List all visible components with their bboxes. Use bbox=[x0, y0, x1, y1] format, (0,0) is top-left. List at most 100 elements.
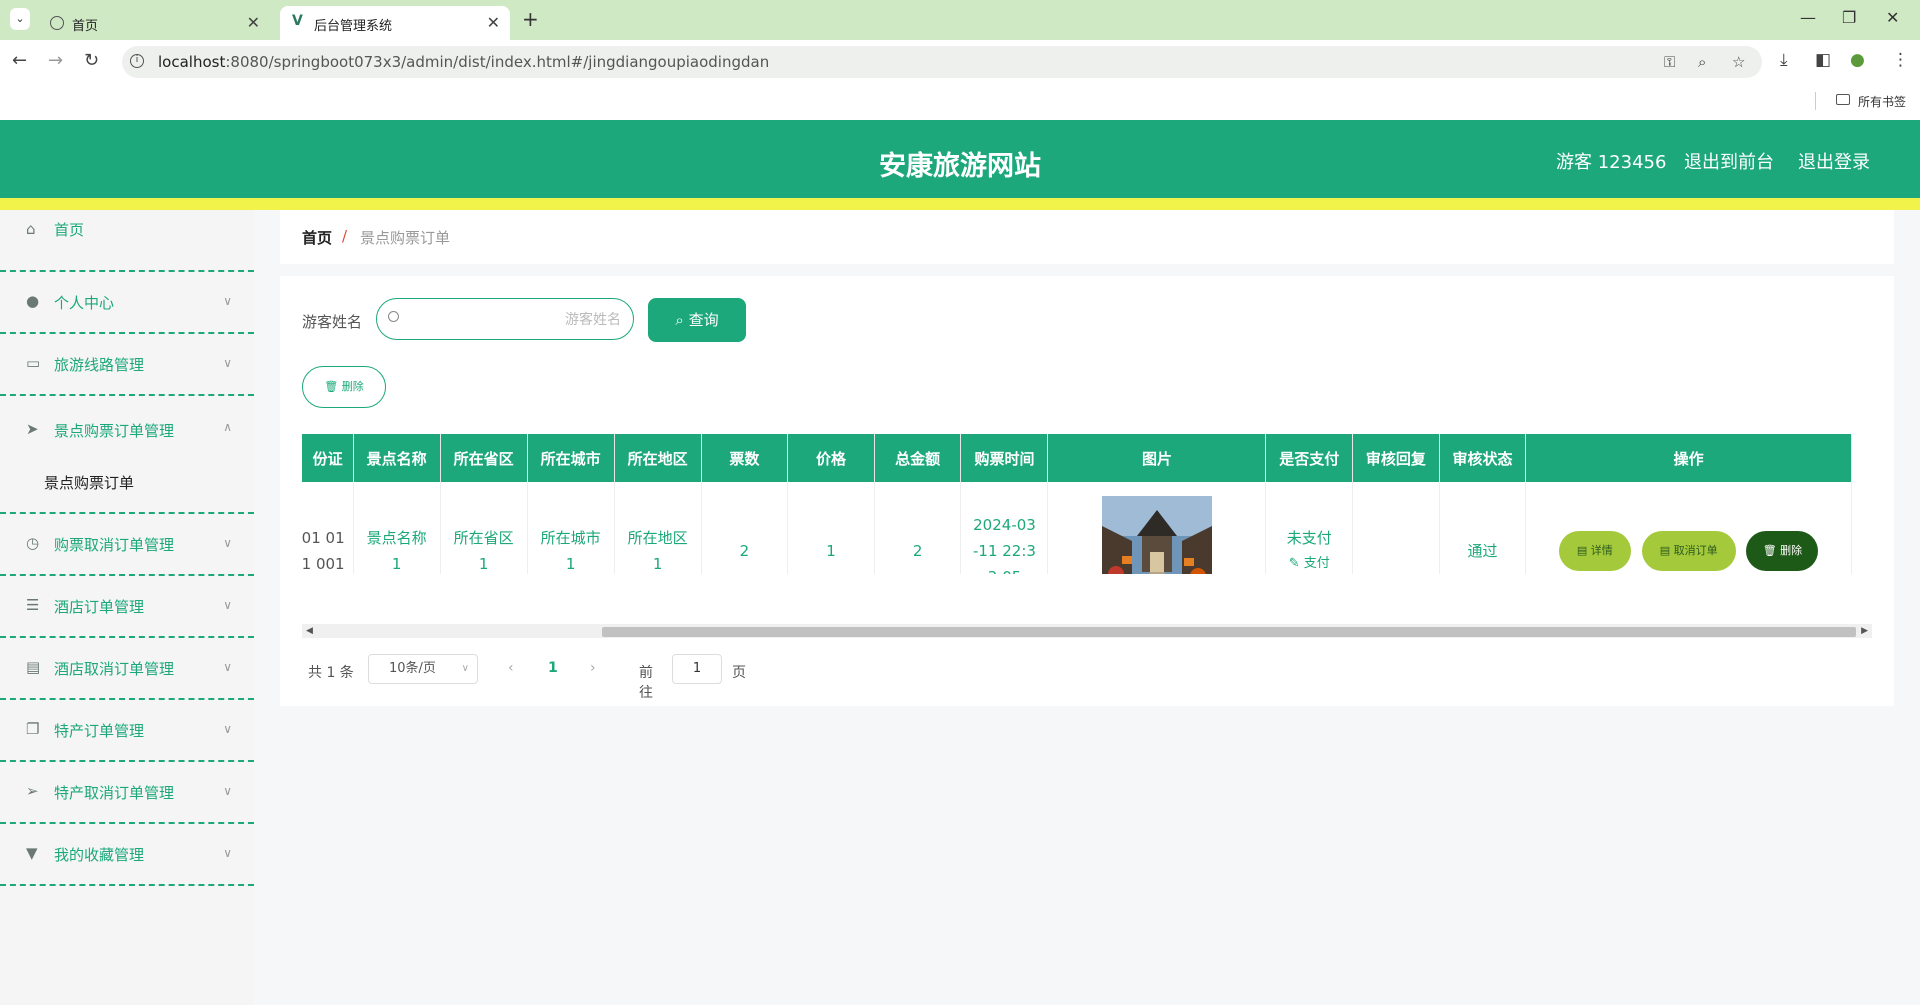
scrollbar-thumb[interactable] bbox=[602, 627, 1856, 637]
tab-home[interactable]: 首页 ✕ bbox=[38, 6, 270, 40]
cell-price: 1 bbox=[787, 482, 875, 574]
sidebar-item-personal[interactable]: ● 个人中心 ∨ bbox=[0, 272, 254, 334]
sidebar-item-label: 旅游线路管理 bbox=[54, 356, 145, 374]
menu-icon[interactable]: ⋮ bbox=[1892, 50, 1909, 70]
sidebar-item-home[interactable]: ⌂ 首页 bbox=[0, 210, 254, 272]
back-icon[interactable]: ← bbox=[12, 50, 27, 71]
zoom-icon[interactable]: ⌕ bbox=[1698, 53, 1706, 71]
scroll-left-icon[interactable]: ◀ bbox=[306, 626, 313, 636]
column-header: 景点名称 bbox=[353, 434, 441, 482]
sidebar-item-ticket-cancel[interactable]: ◷ 购票取消订单管理 ∨ bbox=[0, 514, 254, 576]
goto-page-input[interactable]: 1 bbox=[672, 654, 722, 684]
close-window-icon[interactable]: ✕ bbox=[1886, 8, 1899, 27]
scenic-photo[interactable] bbox=[1101, 496, 1212, 574]
detail-button[interactable]: ▤ 详情 bbox=[1558, 531, 1631, 571]
sidebar-subitem-ticket-order[interactable]: 景点购票订单 bbox=[0, 458, 254, 514]
delete-row-button[interactable]: 🗑 删除 bbox=[1746, 531, 1819, 571]
column-header: 是否支付 bbox=[1265, 434, 1354, 482]
column-header: 审核状态 bbox=[1439, 434, 1527, 482]
tab-admin[interactable]: V 后台管理系统 ✕ bbox=[280, 6, 510, 40]
page-suffix: 页 bbox=[732, 665, 746, 681]
clock-icon: ◷ bbox=[26, 534, 40, 552]
bookmarks-bar: 所有书签 bbox=[0, 84, 1920, 120]
pay-link[interactable]: ✎ 支付 bbox=[1266, 551, 1352, 574]
query-button[interactable]: ⌕ 查询 bbox=[648, 298, 746, 342]
sidebar-item-specialty-orders[interactable]: ❐ 特产订单管理 ∨ bbox=[0, 700, 254, 762]
sidebar-item-routes[interactable]: ▭ 旅游线路管理 ∨ bbox=[0, 334, 254, 396]
back-to-front-link[interactable]: 退出到前台 bbox=[1684, 148, 1774, 174]
breadcrumb-home[interactable]: 首页 bbox=[302, 227, 332, 248]
url-text: localhost:8080/springboot073x3/admin/dis… bbox=[158, 53, 770, 71]
reload-icon[interactable]: ↻ bbox=[84, 50, 99, 71]
address-bar[interactable]: i localhost:8080/springboot073x3/admin/d… bbox=[122, 46, 1762, 78]
batch-delete-button[interactable]: 🗑 删除 bbox=[302, 366, 386, 408]
sidebar-item-label: 购票取消订单管理 bbox=[54, 536, 175, 554]
cell-province: 所在省区1 bbox=[440, 482, 528, 574]
restore-icon[interactable]: ❐ bbox=[1842, 8, 1856, 27]
star-icon[interactable]: ☆ bbox=[1732, 53, 1745, 71]
tab-title: 后台管理系统 bbox=[314, 19, 393, 34]
scroll-right-icon[interactable]: ▶ bbox=[1861, 626, 1868, 636]
delete-row-label: 删除 bbox=[1780, 544, 1803, 557]
search-field[interactable] bbox=[376, 298, 634, 340]
close-icon[interactable]: ✕ bbox=[247, 13, 260, 32]
sidebar-item-label: 景点购票订单 bbox=[44, 474, 135, 492]
browser-toolbar: ← → ↻ i localhost:8080/springboot073x3/a… bbox=[0, 40, 1920, 84]
list-icon: ☰ bbox=[26, 596, 40, 614]
cancel-order-label: 取消订单 bbox=[1673, 544, 1718, 557]
chevron-down-icon: ∨ bbox=[223, 294, 232, 308]
chevron-down-icon: ∨ bbox=[223, 536, 232, 550]
sidebar-item-label: 景点购票订单管理 bbox=[54, 422, 175, 440]
payment-status: 未支付 bbox=[1286, 529, 1332, 547]
download-icon[interactable]: ⤓ bbox=[1780, 50, 1788, 70]
table-horizontal-scrollbar[interactable]: ◀ ▶ bbox=[302, 624, 1872, 638]
header-accent-bar bbox=[0, 198, 1920, 210]
search-input[interactable] bbox=[407, 305, 623, 335]
cell-scenic-name: 景点名称1 bbox=[353, 482, 441, 574]
trash-icon: 🗑 bbox=[324, 380, 342, 393]
sidebar-item-ticket-orders[interactable]: ➤ 景点购票订单管理 ∧ bbox=[0, 396, 254, 458]
new-tab-icon[interactable]: + bbox=[522, 7, 539, 31]
page-number[interactable]: 1 bbox=[548, 660, 558, 676]
main-panel: 游客姓名 ⌕ 查询 🗑 删除 份证 景点名称 所在省区 所在城市 所在地区 票数… bbox=[280, 276, 1894, 706]
close-icon[interactable]: ✕ bbox=[487, 13, 500, 32]
document-icon: ▤ bbox=[1659, 544, 1674, 557]
breadcrumb: 首页 / 景点购票订单 bbox=[280, 210, 1894, 264]
trash-icon: 🗑 bbox=[1762, 544, 1781, 557]
edit-icon: ✎ bbox=[1288, 556, 1304, 571]
profile-icon[interactable]: ● bbox=[1850, 50, 1865, 70]
site-info-icon[interactable]: i bbox=[130, 54, 144, 68]
orders-table: 份证 景点名称 所在省区 所在城市 所在地区 票数 价格 总金额 购票时间 图片… bbox=[302, 434, 1872, 574]
next-page-icon[interactable]: › bbox=[590, 660, 596, 676]
sidebar-item-specialty-cancel[interactable]: ➢ 特产取消订单管理 ∨ bbox=[0, 762, 254, 824]
sidebar-item-label: 我的收藏管理 bbox=[54, 846, 145, 864]
page-size-select[interactable]: 10条/页 ∨ bbox=[368, 654, 478, 684]
cell-actions: ▤ 详情 ▤ 取消订单 🗑 删除 bbox=[1525, 482, 1852, 574]
sidepanel-icon[interactable]: ◧ bbox=[1815, 50, 1831, 70]
cell-image bbox=[1047, 482, 1267, 574]
sidebar-item-hotel-orders[interactable]: ☰ 酒店订单管理 ∨ bbox=[0, 576, 254, 638]
tab-title: 首页 bbox=[72, 19, 99, 34]
detail-button-label: 详情 bbox=[1590, 544, 1613, 557]
logout-link[interactable]: 退出登录 bbox=[1798, 148, 1870, 174]
forward-icon[interactable]: → bbox=[48, 50, 63, 71]
column-header: 购票时间 bbox=[960, 434, 1049, 482]
all-bookmarks[interactable]: 所有书签 bbox=[1858, 93, 1906, 110]
folder-icon[interactable] bbox=[1836, 94, 1850, 105]
sidebar-item-favorites[interactable]: ▼ 我的收藏管理 ∨ bbox=[0, 824, 254, 886]
tab-search-button[interactable]: ⌄ bbox=[10, 8, 30, 30]
sidebar-item-hotel-cancel[interactable]: ▤ 酒店取消订单管理 ∨ bbox=[0, 638, 254, 700]
minimize-icon[interactable]: — bbox=[1800, 8, 1816, 27]
key-icon[interactable]: ⚿ bbox=[1664, 53, 1675, 71]
cell-city: 所在城市1 bbox=[527, 482, 615, 574]
chevron-up-icon: ∧ bbox=[223, 420, 232, 434]
pay-link-label: 支付 bbox=[1303, 556, 1330, 571]
table-row: 3001 0101 001 景点名称1 所在省区1 所在城市1 所在地区1 2 … bbox=[302, 482, 1852, 574]
sidebar: ⌂ 首页 ● 个人中心 ∨ ▭ 旅游线路管理 ∨ ➤ 景点购票订单管理 ∧ 景点… bbox=[0, 210, 254, 1005]
search-icon: ⌕ bbox=[675, 311, 689, 329]
chevron-down-icon: ∨ bbox=[223, 356, 232, 370]
send-icon: ➤ bbox=[26, 420, 39, 438]
prev-page-icon[interactable]: ‹ bbox=[508, 660, 514, 676]
cancel-order-button[interactable]: ▤ 取消订单 bbox=[1641, 531, 1736, 571]
page-size-value: 10条/页 bbox=[389, 661, 436, 676]
